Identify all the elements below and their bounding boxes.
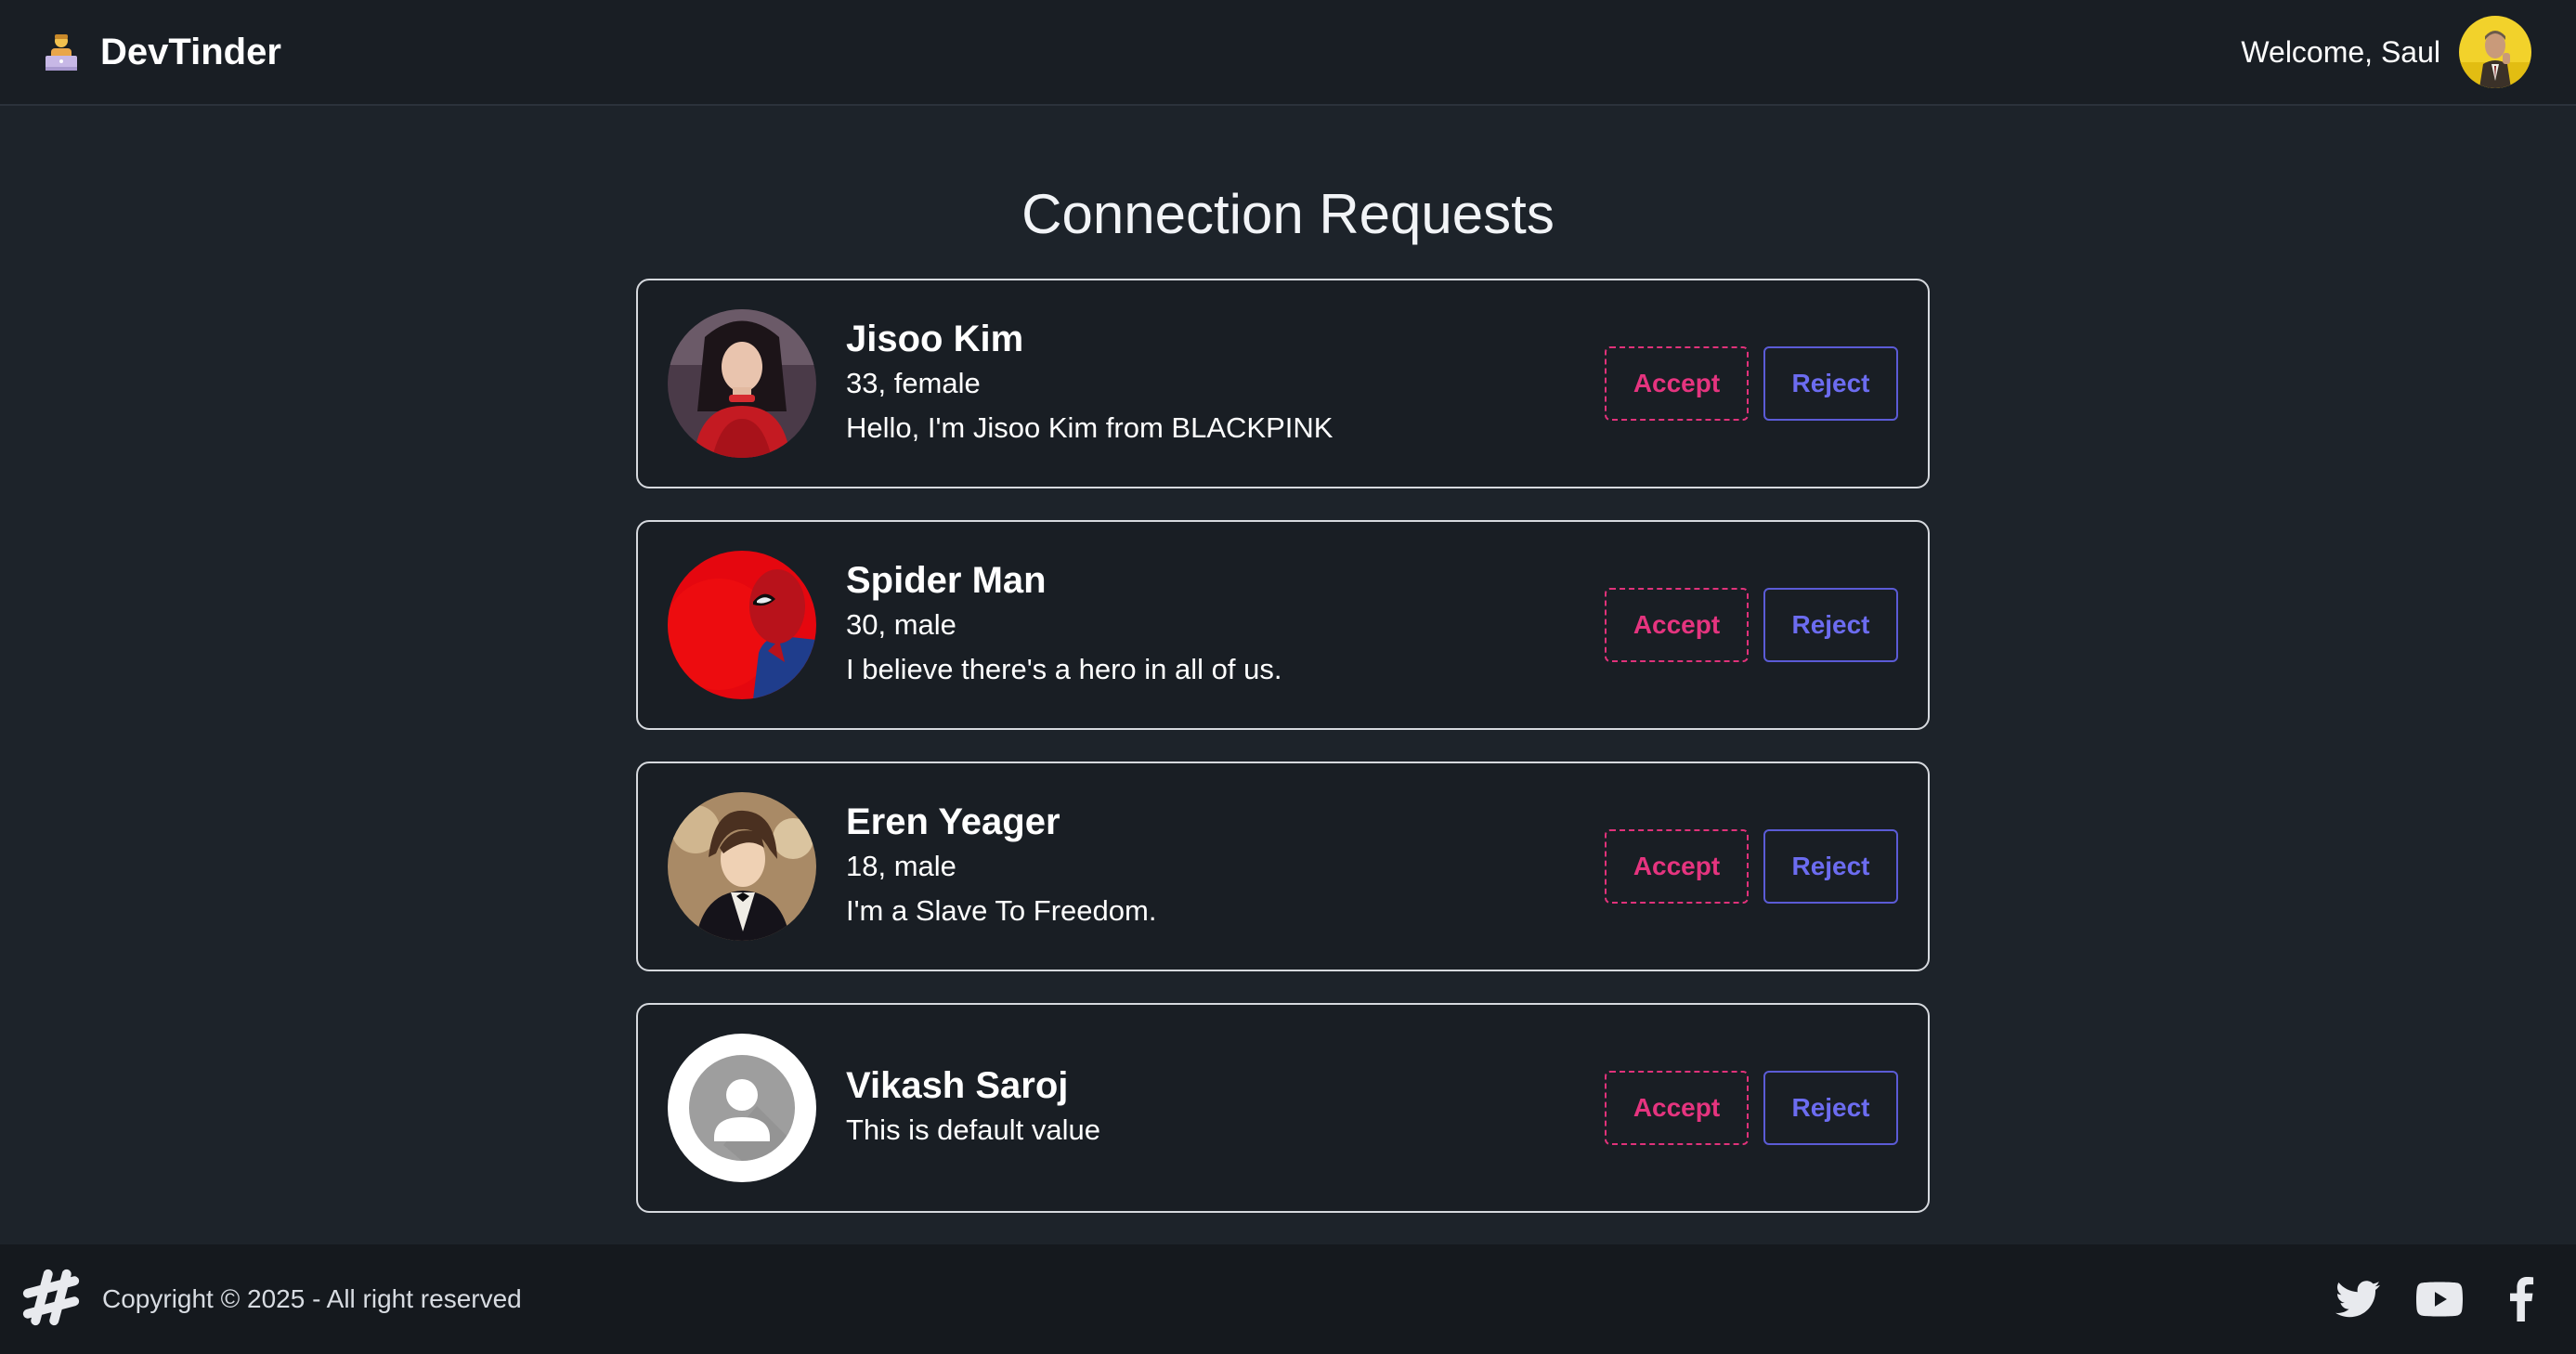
request-name: Jisoo Kim (846, 319, 1024, 359)
footer-left: Copyright © 2025 - All right reserved (19, 1265, 522, 1334)
request-avatar (668, 792, 816, 941)
request-info: Eren Yeager 18, male I'm a Slave To Free… (846, 800, 1605, 933)
request-info: Spider Man 30, male I believe there's a … (846, 558, 1605, 692)
request-info: Jisoo Kim 33, female Hello, I'm Jisoo Ki… (846, 317, 1605, 450)
navbar: DevTinder Welcome, Saul (0, 0, 2576, 106)
page-title: Connection Requests (1021, 183, 1555, 245)
request-actions: Accept Reject (1605, 588, 1898, 662)
reject-button[interactable]: Reject (1763, 588, 1898, 662)
youtube-icon[interactable] (2416, 1276, 2463, 1322)
request-actions: Accept Reject (1605, 829, 1898, 904)
hashtag-logo-icon (19, 1265, 84, 1334)
accept-button[interactable]: Accept (1605, 346, 1749, 421)
technologist-icon (41, 32, 82, 72)
request-avatar (668, 551, 816, 699)
request-name: Eren Yeager (846, 801, 1060, 842)
request-details: This is default value (846, 1113, 1100, 1146)
request-about: Hello, I'm Jisoo Kim from BLACKPINK (846, 411, 1334, 444)
request-card: Spider Man 30, male I believe there's a … (636, 520, 1930, 730)
reject-button[interactable]: Reject (1763, 346, 1898, 421)
request-card: Vikash Saroj This is default value Accep… (636, 1003, 1930, 1213)
copyright-text: Copyright © 2025 - All right reserved (102, 1284, 522, 1313)
social-links (2335, 1276, 2544, 1322)
user-menu: Welcome, Saul (2241, 16, 2531, 88)
request-details: 18, male (846, 850, 956, 882)
brand-link[interactable]: DevTinder (41, 32, 281, 73)
request-info: Vikash Saroj This is default value (846, 1063, 1605, 1152)
request-about: I'm a Slave To Freedom. (846, 894, 1157, 927)
request-details: 33, female (846, 367, 981, 399)
request-name: Spider Man (846, 560, 1047, 601)
default-user-icon (668, 1034, 816, 1182)
brand-title: DevTinder (100, 31, 281, 72)
accept-button[interactable]: Accept (1605, 1071, 1749, 1145)
request-avatar (668, 309, 816, 458)
user-avatar[interactable] (2459, 16, 2531, 88)
request-details: 30, male (846, 608, 956, 641)
reject-button[interactable]: Reject (1763, 1071, 1898, 1145)
reject-button[interactable]: Reject (1763, 829, 1898, 904)
request-card: Eren Yeager 18, male I'm a Slave To Free… (636, 762, 1930, 971)
request-about: I believe there's a hero in all of us. (846, 653, 1282, 685)
request-actions: Accept Reject (1605, 1071, 1898, 1145)
request-card: Jisoo Kim 33, female Hello, I'm Jisoo Ki… (636, 279, 1930, 488)
request-actions: Accept Reject (1605, 346, 1898, 421)
twitter-icon[interactable] (2335, 1276, 2381, 1322)
request-name: Vikash Saroj (846, 1065, 1069, 1106)
footer: Copyright © 2025 - All right reserved (0, 1244, 2576, 1354)
requests-list: Jisoo Kim 33, female Hello, I'm Jisoo Ki… (636, 279, 1930, 1213)
facebook-icon[interactable] (2498, 1276, 2544, 1322)
accept-button[interactable]: Accept (1605, 829, 1749, 904)
welcome-text: Welcome, Saul (2241, 34, 2440, 69)
accept-button[interactable]: Accept (1605, 588, 1749, 662)
